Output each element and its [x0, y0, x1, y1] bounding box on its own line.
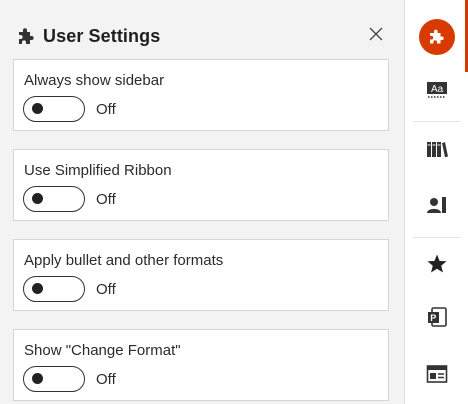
- toggle-row: Off: [23, 96, 116, 122]
- use-simplified-ribbon-toggle[interactable]: [23, 186, 85, 212]
- toggle-row: Off: [23, 366, 116, 392]
- setting-label: Apply bullet and other formats: [24, 252, 224, 269]
- show-change-format-toggle[interactable]: [23, 366, 85, 392]
- always-show-sidebar-toggle[interactable]: [23, 96, 85, 122]
- setting-card-show-change-format: Show "Change Format" Off: [13, 329, 389, 401]
- rail-button-favorites[interactable]: [405, 244, 468, 288]
- addin-logo-icon: [419, 19, 455, 55]
- settings-panel: User Settings Always show sidebar Off Us…: [0, 0, 404, 404]
- close-button[interactable]: [364, 24, 388, 48]
- toggle-knob: [32, 373, 43, 384]
- toggle-knob: [32, 103, 43, 114]
- rail-divider: [413, 121, 461, 122]
- panel-title: User Settings: [43, 25, 161, 46]
- rail-button-user-management[interactable]: [405, 185, 468, 229]
- setting-label: Use Simplified Ribbon: [24, 162, 172, 179]
- user-management-icon: [425, 195, 449, 220]
- svg-text:Aa: Aa: [431, 84, 444, 95]
- setting-label: Show "Change Format": [24, 342, 181, 359]
- toggle-state-label: Off: [96, 100, 116, 118]
- rail-button-library[interactable]: [405, 129, 468, 173]
- svg-text:P: P: [430, 313, 436, 323]
- toggle-state-label: Off: [96, 280, 116, 298]
- puzzle-icon: [16, 26, 36, 46]
- close-icon: [369, 27, 383, 46]
- favorites-star-icon: [426, 253, 448, 280]
- rail-button-addin[interactable]: [405, 15, 468, 59]
- rail-button-powerpoint[interactable]: P: [405, 297, 468, 341]
- toggle-state-label: Off: [96, 190, 116, 208]
- setting-label: Always show sidebar: [24, 72, 165, 89]
- panel-header: User Settings: [16, 24, 160, 48]
- setting-card-always-show-sidebar: Always show sidebar Off: [13, 59, 389, 131]
- toggle-knob: [32, 193, 43, 204]
- setting-card-apply-bullet-formats: Apply bullet and other formats Off: [13, 239, 389, 311]
- text-styles-icon: Aa: [426, 80, 448, 105]
- library-icon: [425, 139, 449, 164]
- setting-card-use-simplified-ribbon: Use Simplified Ribbon Off: [13, 149, 389, 221]
- rail-divider: [413, 237, 461, 238]
- toggle-knob: [32, 283, 43, 294]
- powerpoint-icon: P: [426, 306, 448, 333]
- rail-button-text-styles[interactable]: Aa: [405, 70, 468, 114]
- toggle-row: Off: [23, 186, 116, 212]
- toggle-state-label: Off: [96, 370, 116, 388]
- apply-bullet-formats-toggle[interactable]: [23, 276, 85, 302]
- side-rail: Aa P: [404, 0, 468, 404]
- toggle-row: Off: [23, 276, 116, 302]
- rail-button-layout[interactable]: [405, 354, 468, 398]
- layout-icon: [426, 364, 448, 389]
